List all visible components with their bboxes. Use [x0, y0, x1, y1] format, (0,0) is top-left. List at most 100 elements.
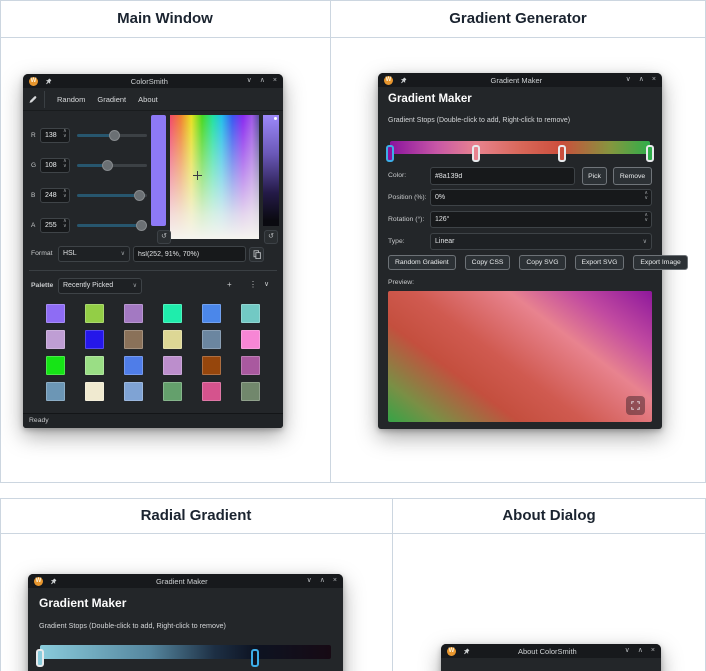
close-icon[interactable]: × [652, 73, 656, 87]
swatch[interactable] [241, 330, 260, 349]
radial-window-titlebar[interactable]: W Gradient Maker ∨ ∧ × [28, 574, 343, 588]
close-icon[interactable]: × [333, 574, 337, 588]
swatch[interactable] [85, 304, 104, 323]
gradient-stop-handle[interactable] [471, 145, 480, 162]
swatch[interactable] [46, 356, 65, 375]
g-slider[interactable] [77, 160, 147, 171]
stops-hint-label: Gradient Stops (Double-click to add, Rig… [388, 117, 571, 124]
color-label: Color: [388, 172, 407, 179]
spin-down-icon[interactable]: ∨ [644, 196, 648, 201]
swatch[interactable] [46, 304, 65, 323]
gradient-stops-bar[interactable] [386, 141, 654, 162]
swatch[interactable] [124, 330, 143, 349]
swatch[interactable] [202, 304, 221, 323]
minimize-icon[interactable]: ∨ [307, 574, 312, 588]
pick-button[interactable]: Pick [582, 167, 607, 185]
spin-down-icon[interactable]: ∨ [644, 218, 648, 223]
swatch[interactable] [85, 330, 104, 349]
r-slider[interactable] [77, 130, 147, 141]
maximize-icon[interactable]: ∧ [638, 644, 643, 658]
saturation-value-picker[interactable] [170, 115, 259, 239]
header-main-window: Main Window [117, 10, 213, 27]
palette-menu-icon[interactable]: ⋮ [249, 280, 257, 289]
palette-select[interactable]: Recently Picked ∨ [58, 278, 142, 294]
copy-css-button[interactable]: Copy CSS [464, 255, 511, 270]
swatch[interactable] [124, 382, 143, 401]
slider-handle[interactable] [134, 190, 146, 201]
pin-icon[interactable] [463, 642, 470, 660]
swatch[interactable] [241, 382, 260, 401]
swatch[interactable] [124, 356, 143, 375]
format-select[interactable]: HSL ∨ [58, 246, 130, 262]
gradient-stop-handle[interactable] [646, 145, 654, 162]
swatch[interactable] [124, 304, 143, 323]
current-color-bar [151, 115, 166, 226]
channel-label: B [31, 192, 36, 199]
maximize-icon[interactable]: ∧ [320, 574, 325, 588]
gradient-stop-handle[interactable] [386, 145, 394, 162]
value-slider-bar[interactable] [263, 115, 279, 226]
minimize-icon[interactable]: ∨ [247, 74, 252, 88]
gradient-stop-handle[interactable] [36, 649, 44, 667]
app-icon: W [447, 646, 456, 656]
swatch[interactable] [202, 382, 221, 401]
gradient-stop-handle[interactable] [251, 649, 260, 667]
collapse-palette-icon[interactable]: ∨ [264, 280, 269, 288]
random-gradient-button[interactable]: Random Gradient [388, 255, 456, 270]
maximize-icon[interactable]: ∧ [260, 74, 265, 88]
close-icon[interactable]: × [273, 74, 277, 88]
pin-icon[interactable] [400, 71, 407, 89]
swatch[interactable] [46, 330, 65, 349]
close-icon[interactable]: × [651, 644, 655, 658]
copy-svg-button[interactable]: Copy SVG [519, 255, 566, 270]
minimize-icon[interactable]: ∨ [625, 644, 630, 658]
maximize-icon[interactable]: ∧ [639, 73, 644, 87]
swatch[interactable] [163, 330, 182, 349]
pin-icon[interactable] [50, 572, 57, 590]
gradient-stop-handle[interactable] [557, 145, 566, 162]
minimize-icon[interactable]: ∨ [626, 73, 631, 87]
position-spinbox[interactable]: 0% ∧ ∨ [430, 189, 652, 206]
rotation-spinbox[interactable]: 126° ∧ ∨ [430, 211, 652, 228]
swatch[interactable] [85, 382, 104, 401]
type-value: Linear [435, 238, 455, 245]
swatch[interactable] [241, 304, 260, 323]
gradient-maker-titlebar[interactable]: W Gradient Maker ∨ ∧ × [378, 73, 662, 87]
swatch[interactable] [163, 356, 182, 375]
remove-button[interactable]: Remove [613, 167, 652, 185]
swatch[interactable] [202, 356, 221, 375]
reset-color-button[interactable]: ↺ [157, 230, 171, 244]
swatch[interactable] [163, 382, 182, 401]
a-slider[interactable] [77, 220, 147, 231]
menu-random[interactable]: Random [57, 95, 85, 104]
slider-handle[interactable] [101, 160, 113, 171]
fullscreen-preview-button[interactable] [626, 396, 645, 415]
color-string-input[interactable] [133, 246, 246, 262]
copy-color-button[interactable] [249, 247, 264, 262]
value-marker [274, 117, 277, 120]
eyedropper-icon[interactable] [27, 90, 45, 108]
export-svg-button[interactable]: Export SVG [574, 255, 625, 270]
slider-handle[interactable] [136, 220, 147, 231]
radial-gradient-window: W Gradient Maker ∨ ∧ × Gradient Maker Gr… [28, 574, 343, 671]
b-slider[interactable] [77, 190, 147, 201]
swatch[interactable] [46, 382, 65, 401]
about-window-titlebar[interactable]: W About ColorSmith ∨ ∧ × [441, 644, 661, 658]
reset-value-button[interactable]: ↺ [264, 230, 278, 244]
type-select[interactable]: Linear ∨ [430, 233, 652, 250]
menu-gradient[interactable]: Gradient [97, 95, 126, 104]
swatch[interactable] [85, 356, 104, 375]
gradient-stops-bar[interactable] [36, 645, 331, 667]
rotation-label: Rotation (°): [388, 216, 425, 223]
window-title: Gradient Maker [490, 75, 543, 85]
slider-handle[interactable] [108, 130, 120, 141]
add-swatch-button[interactable]: + [227, 280, 232, 289]
swatch[interactable] [241, 356, 260, 375]
stop-color-input[interactable] [430, 167, 575, 185]
swatch[interactable] [202, 330, 221, 349]
colorsmith-titlebar[interactable]: W ColorSmith ∨ ∧ × [23, 74, 283, 88]
swatch[interactable] [163, 304, 182, 323]
menu-about[interactable]: About [138, 95, 158, 104]
export-image-button[interactable]: Export Image [633, 255, 688, 270]
colorsmith-window: W ColorSmith ∨ ∧ × Random Gradient About… [23, 74, 283, 428]
